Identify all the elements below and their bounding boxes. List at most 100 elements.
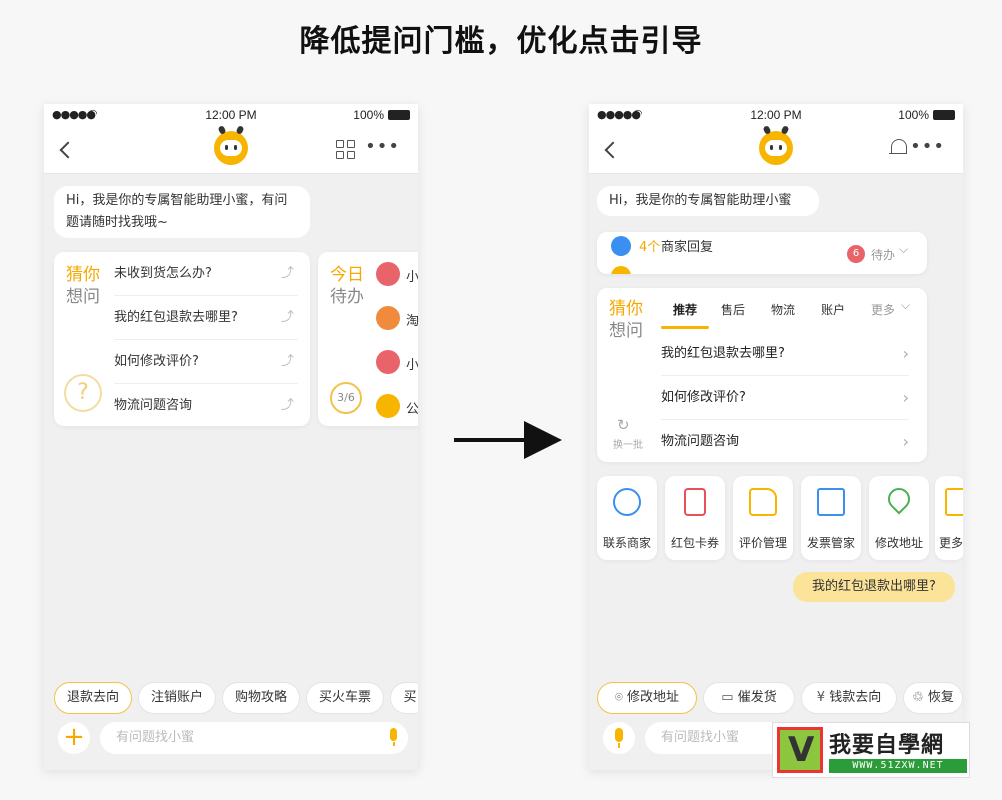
thumbs-up-icon <box>749 488 777 516</box>
question-mark-icon: ? <box>64 374 102 412</box>
service-label: 更多 <box>939 536 963 550</box>
chevron-right-icon: › <box>902 388 909 407</box>
chip-label: 催发货 <box>737 690 777 705</box>
notice-card[interactable]: 4个 商家回复 6 待办 ⌵ <box>597 232 927 274</box>
back-icon[interactable] <box>62 136 74 156</box>
chip-label: 钱款去向 <box>829 690 882 705</box>
mascot-avatar <box>759 125 793 165</box>
truck-icon: ▭ <box>721 690 738 705</box>
question-text: 如何修改评价? <box>661 390 746 405</box>
refresh-label[interactable]: 换一批 <box>613 436 643 451</box>
question-text: 如何修改评价? <box>114 354 199 369</box>
battery-percent: 100% <box>898 108 929 122</box>
service-change-address[interactable]: 修改地址 <box>869 476 929 560</box>
question-text: 物流问题咨询 <box>114 398 193 413</box>
battery-icon <box>933 110 955 120</box>
nav-bar: ••• <box>589 125 963 174</box>
question-item[interactable]: 未收到货怎么办? ⤴ <box>114 252 298 296</box>
todo-title-line1: 今日 <box>330 265 364 285</box>
tap-icon: ⤴ <box>280 310 294 325</box>
service-reviews[interactable]: 评价管理 <box>733 476 793 560</box>
more-icon[interactable]: ••• <box>365 136 400 157</box>
tab-account[interactable]: 账户 <box>813 288 853 332</box>
arrow-shaft <box>454 438 528 442</box>
tap-icon: ⤴ <box>280 266 294 281</box>
service-contact-merchant[interactable]: 联系商家 <box>597 476 657 560</box>
service-more[interactable]: 更多 <box>935 476 963 560</box>
phone-after: ●●●●● ◠ 12:00 PM 100% ••• Hi，我是你的专属智能助理小… <box>589 104 963 770</box>
quick-chip[interactable]: ▭ 催发货 <box>703 682 795 714</box>
todo-item-text: 公 <box>406 402 418 417</box>
service-label: 发票管家 <box>806 536 855 550</box>
input-placeholder: 有问题找小蜜 <box>661 730 740 745</box>
todo-item-icon <box>376 262 400 286</box>
tab-more[interactable]: 更多 <box>865 288 901 332</box>
question-text: 未收到货怎么办? <box>114 266 212 281</box>
chat-bot-icon <box>613 488 641 516</box>
quick-chip[interactable]: ⌾ 修改地址 <box>597 682 697 714</box>
quick-chip[interactable]: 买火车票 <box>306 682 384 714</box>
question-item[interactable]: 我的红包退款去哪里? ⤴ <box>114 296 298 340</box>
more-icon[interactable]: ••• <box>910 136 945 157</box>
restore-icon: ♲ <box>912 690 928 705</box>
question-item[interactable]: 我的红包退款去哪里? › <box>661 332 909 376</box>
watermark-logo-icon <box>777 727 823 773</box>
service-label: 红包卡券 <box>670 536 719 550</box>
notice-count: 4个 <box>639 240 661 255</box>
microphone-icon[interactable] <box>388 728 398 748</box>
guess-title: 猜你 想问 <box>66 264 100 308</box>
notice-text: 商家回复 <box>661 240 714 255</box>
service-invoice[interactable]: 发票管家 <box>801 476 861 560</box>
chip-label: 修改地址 <box>626 690 679 705</box>
microphone-icon[interactable] <box>603 722 635 754</box>
tab-underline <box>661 326 709 329</box>
todo-badge: 6 <box>847 245 865 263</box>
back-icon[interactable] <box>607 136 619 156</box>
chevron-right-icon: › <box>902 432 909 451</box>
quick-chip[interactable]: 退款去向 <box>54 682 132 714</box>
chevron-down-icon: ⌵ <box>899 242 909 256</box>
question-text: 物流问题咨询 <box>661 434 740 449</box>
red-envelope-icon <box>684 488 706 516</box>
guess-card: 猜你 想问 ? 未收到货怎么办? ⤴ 我的红包退款去哪里? ⤴ 如何修改评价? ⤴ 物… <box>54 252 310 426</box>
tap-icon: ⤴ <box>280 398 294 413</box>
question-item[interactable]: 物流问题咨询 › <box>661 420 909 464</box>
refresh-icon[interactable]: ↻ <box>617 416 630 434</box>
quick-chip[interactable]: ♲ 恢复 <box>903 682 963 714</box>
guess-title-line1: 猜你 <box>609 299 643 319</box>
question-item[interactable]: 如何修改评价? › <box>661 376 909 420</box>
todo-title-line2: 待办 <box>330 287 364 307</box>
send-icon <box>611 236 631 256</box>
input-placeholder: 有问题找小蜜 <box>116 730 195 745</box>
tab-after-sale[interactable]: 售后 <box>713 288 753 332</box>
guess-title-line2: 想问 <box>609 321 643 341</box>
chip-label: 恢复 <box>927 690 954 705</box>
quick-chip[interactable]: ¥ 钱款去向 <box>801 682 897 714</box>
chevron-down-icon[interactable]: ⌵ <box>901 298 910 313</box>
grid-icon[interactable] <box>336 140 356 160</box>
arrow-right-icon <box>524 421 562 459</box>
notice-second-icon <box>611 266 631 274</box>
bell-icon[interactable] <box>889 138 907 158</box>
todo-item-text: 淘 <box>406 314 418 329</box>
service-red-envelope[interactable]: 红包卡券 <box>665 476 725 560</box>
question-item[interactable]: 物流问题咨询 ⤴ <box>114 384 298 428</box>
question-text: 我的红包退款去哪里? <box>114 310 238 325</box>
greeting-bubble: Hi，我是你的专属智能助理小蜜 <box>597 186 819 216</box>
page-title: 降低提问门槛，优化点击引导 <box>299 24 703 59</box>
message-input[interactable]: 有问题找小蜜 <box>100 722 408 754</box>
tab-logistics[interactable]: 物流 <box>763 288 803 332</box>
todo-card[interactable]: 今日 待办 3/6 小 淘 小 公 <box>318 252 418 426</box>
quick-chip[interactable]: 买 <box>390 682 418 714</box>
question-item[interactable]: 如何修改评价? ⤴ <box>114 340 298 384</box>
plus-icon[interactable]: + <box>58 722 90 754</box>
location-pin-icon <box>883 483 915 515</box>
service-label: 评价管理 <box>738 536 787 550</box>
money-icon: ¥ <box>816 690 830 705</box>
guess-title: 猜你 想问 <box>609 298 643 342</box>
quick-chip[interactable]: 注销账户 <box>138 682 216 714</box>
watermark-text: 我要自學網 <box>829 733 945 758</box>
guess-title-line2: 想问 <box>66 287 100 307</box>
quick-chip[interactable]: 购物攻略 <box>222 682 300 714</box>
guess-title-line1: 猜你 <box>66 265 100 285</box>
